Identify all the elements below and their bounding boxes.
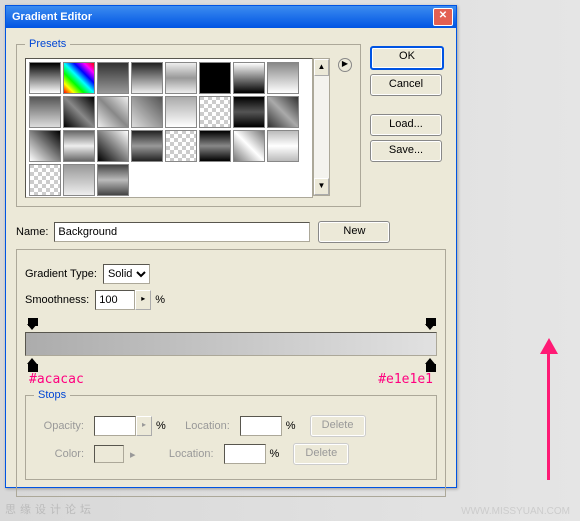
new-button[interactable]: New <box>318 221 390 243</box>
gradient-type-select[interactable]: Solid <box>103 264 150 284</box>
scroll-up-button[interactable]: ▲ <box>314 59 329 76</box>
smoothness-dropdown-icon[interactable]: ▸ <box>135 290 151 310</box>
opacity-stop-left[interactable] <box>27 318 37 330</box>
preset-menu-icon[interactable]: ▶ <box>338 58 352 72</box>
gradient-bar[interactable] <box>25 332 437 356</box>
color-location-input <box>224 444 266 464</box>
color-label: Color: <box>34 448 84 460</box>
preset-swatch[interactable] <box>29 62 61 94</box>
name-label: Name: <box>16 226 48 238</box>
color-dropdown-icon: ▸ <box>130 448 136 461</box>
close-button[interactable]: ✕ <box>433 8 453 26</box>
preset-swatch[interactable] <box>233 62 265 94</box>
preset-swatch[interactable] <box>199 130 231 162</box>
percent-label: % <box>156 420 166 432</box>
preset-swatch[interactable] <box>267 96 299 128</box>
preset-swatch[interactable] <box>29 130 61 162</box>
preset-swatch[interactable] <box>131 96 163 128</box>
titlebar[interactable]: Gradient Editor ✕ <box>6 6 456 28</box>
preset-swatch[interactable] <box>29 96 61 128</box>
delete-opacity-stop-button: Delete <box>310 415 366 437</box>
preset-swatch[interactable] <box>267 62 299 94</box>
delete-color-stop-button: Delete <box>293 443 349 465</box>
gradient-settings-fieldset: Gradient Type: Solid Smoothness: ▸ % <box>16 249 446 497</box>
preset-swatch[interactable] <box>131 130 163 162</box>
presets-fieldset: Presets ▲ ▼ ▶ <box>16 38 361 207</box>
preset-swatch[interactable] <box>165 62 197 94</box>
preset-scrollbar[interactable]: ▲ ▼ <box>313 58 330 196</box>
window-title: Gradient Editor <box>9 11 433 23</box>
percent-label: % <box>155 294 165 306</box>
opacity-label: Opacity: <box>34 420 84 432</box>
ok-button[interactable]: OK <box>370 46 444 70</box>
hex-left-annotation: #acacac <box>29 372 84 387</box>
location-label: Location: <box>164 448 214 460</box>
opacity-location-input <box>240 416 282 436</box>
save-button[interactable]: Save... <box>370 140 442 162</box>
opacity-stop-right[interactable] <box>425 318 435 330</box>
preset-swatch[interactable] <box>97 62 129 94</box>
stops-legend: Stops <box>34 389 70 401</box>
preset-swatch[interactable] <box>63 62 95 94</box>
opacity-input <box>94 416 136 436</box>
load-button[interactable]: Load... <box>370 114 442 136</box>
preset-swatch[interactable] <box>165 96 197 128</box>
watermark: 思缘设计论坛 <box>5 501 95 517</box>
smoothness-label: Smoothness: <box>25 294 89 306</box>
color-stop-right[interactable] <box>425 358 435 370</box>
presets-legend: Presets <box>25 38 70 50</box>
preset-swatch[interactable] <box>97 130 129 162</box>
preset-swatches[interactable] <box>25 58 313 198</box>
preset-swatch[interactable] <box>131 62 163 94</box>
opacity-dropdown-icon: ▸ <box>136 416 152 436</box>
hex-right-annotation: #e1e1e1 <box>378 372 433 387</box>
smoothness-input[interactable] <box>95 290 135 310</box>
location-label: Location: <box>180 420 230 432</box>
preset-swatch[interactable] <box>63 130 95 162</box>
preset-swatch[interactable] <box>63 164 95 196</box>
preset-swatch[interactable] <box>97 96 129 128</box>
gradient-editor-dialog: Gradient Editor ✕ Presets ▲ ▼ ▶ OK Cance… <box>5 5 457 488</box>
color-well <box>94 445 124 463</box>
scroll-track[interactable] <box>314 76 329 178</box>
preset-swatch[interactable] <box>267 130 299 162</box>
annotation-arrow <box>547 350 550 480</box>
preset-swatch[interactable] <box>233 96 265 128</box>
preset-swatch[interactable] <box>97 164 129 196</box>
preset-swatch[interactable] <box>63 96 95 128</box>
preset-swatch[interactable] <box>165 130 197 162</box>
preset-swatch[interactable] <box>233 130 265 162</box>
color-stop-left[interactable] <box>27 358 37 370</box>
name-input[interactable] <box>54 222 310 242</box>
watermark-url: WWW.MISSYUAN.COM <box>461 506 570 517</box>
gradient-type-label: Gradient Type: <box>25 268 97 280</box>
preset-swatch[interactable] <box>29 164 61 196</box>
stops-fieldset: Stops Opacity: ▸ % Location: % Delete Co… <box>25 389 437 480</box>
cancel-button[interactable]: Cancel <box>370 74 442 96</box>
preset-swatch[interactable] <box>199 96 231 128</box>
scroll-down-button[interactable]: ▼ <box>314 178 329 195</box>
percent-label: % <box>286 420 296 432</box>
preset-swatch[interactable] <box>199 62 231 94</box>
percent-label: % <box>270 448 280 460</box>
